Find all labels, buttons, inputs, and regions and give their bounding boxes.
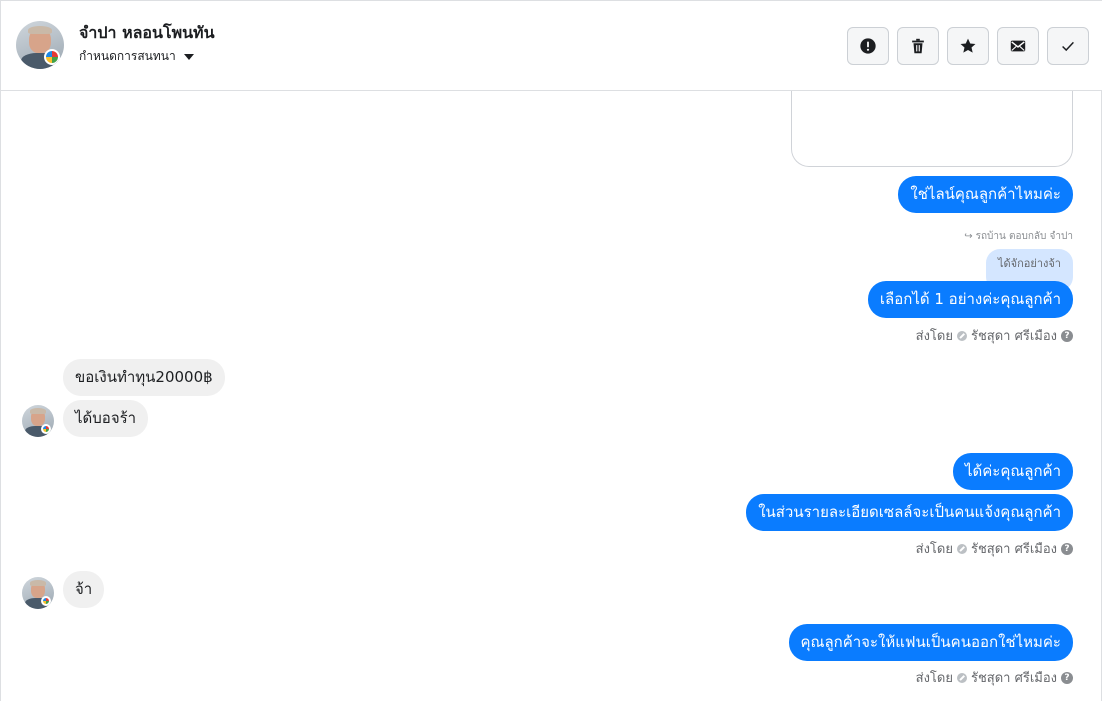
contact-avatar-small[interactable] xyxy=(22,577,54,609)
agent-name[interactable]: รัชสุดา ศรีเมือง xyxy=(971,538,1057,559)
done-button[interactable] xyxy=(1047,27,1089,65)
conversation-window: จำปา หลอนโพนทัน กำหนดการสนทนา ใช่ไลน์คุณ… xyxy=(0,0,1102,701)
envelope-icon xyxy=(1010,40,1026,52)
help-icon[interactable]: ? xyxy=(1061,671,1073,684)
status-label: กำหนดการสนทนา xyxy=(79,49,176,63)
contact-name[interactable]: จำปา หลอนโพนทัน xyxy=(79,21,215,46)
agent-check-icon xyxy=(956,330,967,341)
report-button[interactable] xyxy=(847,27,889,65)
sent-by-label: ส่งโดย xyxy=(915,542,953,557)
help-icon[interactable]: ? xyxy=(1061,542,1073,555)
agent-check-icon xyxy=(956,672,967,683)
sent-by-row: ส่งโดย รัชสุดา ศรีเมือง ? xyxy=(916,325,1073,346)
star-button[interactable] xyxy=(947,27,989,65)
caret-down-icon xyxy=(183,53,194,60)
outgoing-message[interactable]: ใช่ไลน์คุณลูกค้าไหมค่ะ xyxy=(898,176,1073,213)
incoming-message[interactable]: ขอเงินทำทุน20000฿ xyxy=(63,359,225,396)
message-thread[interactable]: ใช่ไลน์คุณลูกค้าไหมค่ะ ↪ รถบ้าน ตอบกลับ … xyxy=(1,91,1102,701)
reply-label: ↪ รถบ้าน ตอบกลับ จำปา xyxy=(964,229,1073,244)
sent-by-label: ส่งโดย xyxy=(915,329,953,344)
header-actions xyxy=(847,27,1089,65)
sent-by-label: ส่งโดย xyxy=(915,671,953,686)
agent-name[interactable]: รัชสุดา ศรีเมือง xyxy=(971,325,1057,346)
conversation-status-dropdown[interactable]: กำหนดการสนทนา xyxy=(79,47,194,66)
attachment-card[interactable] xyxy=(791,91,1073,167)
delete-button[interactable] xyxy=(897,27,939,65)
agent-check-icon xyxy=(956,543,967,554)
reply-arrow-icon: ↪ xyxy=(964,231,973,242)
mark-unread-button[interactable] xyxy=(997,27,1039,65)
star-icon xyxy=(960,38,976,53)
agent-name[interactable]: รัชสุดา ศรีเมือง xyxy=(971,667,1057,688)
check-icon xyxy=(1062,41,1074,52)
exclamation-circle-icon xyxy=(860,38,876,54)
conversation-header: จำปา หลอนโพนทัน กำหนดการสนทนา xyxy=(1,1,1102,91)
help-icon[interactable]: ? xyxy=(1061,329,1073,342)
outgoing-message[interactable]: คุณลูกค้าจะให้แฟนเป็นคนออกใช่ไหมค่ะ xyxy=(788,624,1073,661)
contact-avatar-small[interactable] xyxy=(22,405,54,437)
incoming-message[interactable]: จ้า xyxy=(63,571,105,608)
outgoing-message[interactable]: เลือกได้ 1 อย่างค่ะคุณลูกค้า xyxy=(867,281,1073,318)
sent-by-row: ส่งโดย รัชสุดา ศรีเมือง ? xyxy=(916,538,1073,559)
outgoing-message[interactable]: ในส่วนรายละเอียดเซลล์จะเป็นคนแจ้งคุณลูกค… xyxy=(746,494,1073,531)
sent-by-row: ส่งโดย รัชสุดา ศรีเมือง ? xyxy=(916,667,1073,688)
trash-icon xyxy=(912,38,924,54)
outgoing-message[interactable]: ได้ค่ะคุณลูกค้า xyxy=(952,453,1073,490)
incoming-message[interactable]: ได้บอจร้า xyxy=(63,400,149,437)
contact-avatar[interactable] xyxy=(16,21,64,69)
reply-label-text: รถบ้าน ตอบกลับ จำปา xyxy=(975,231,1073,242)
